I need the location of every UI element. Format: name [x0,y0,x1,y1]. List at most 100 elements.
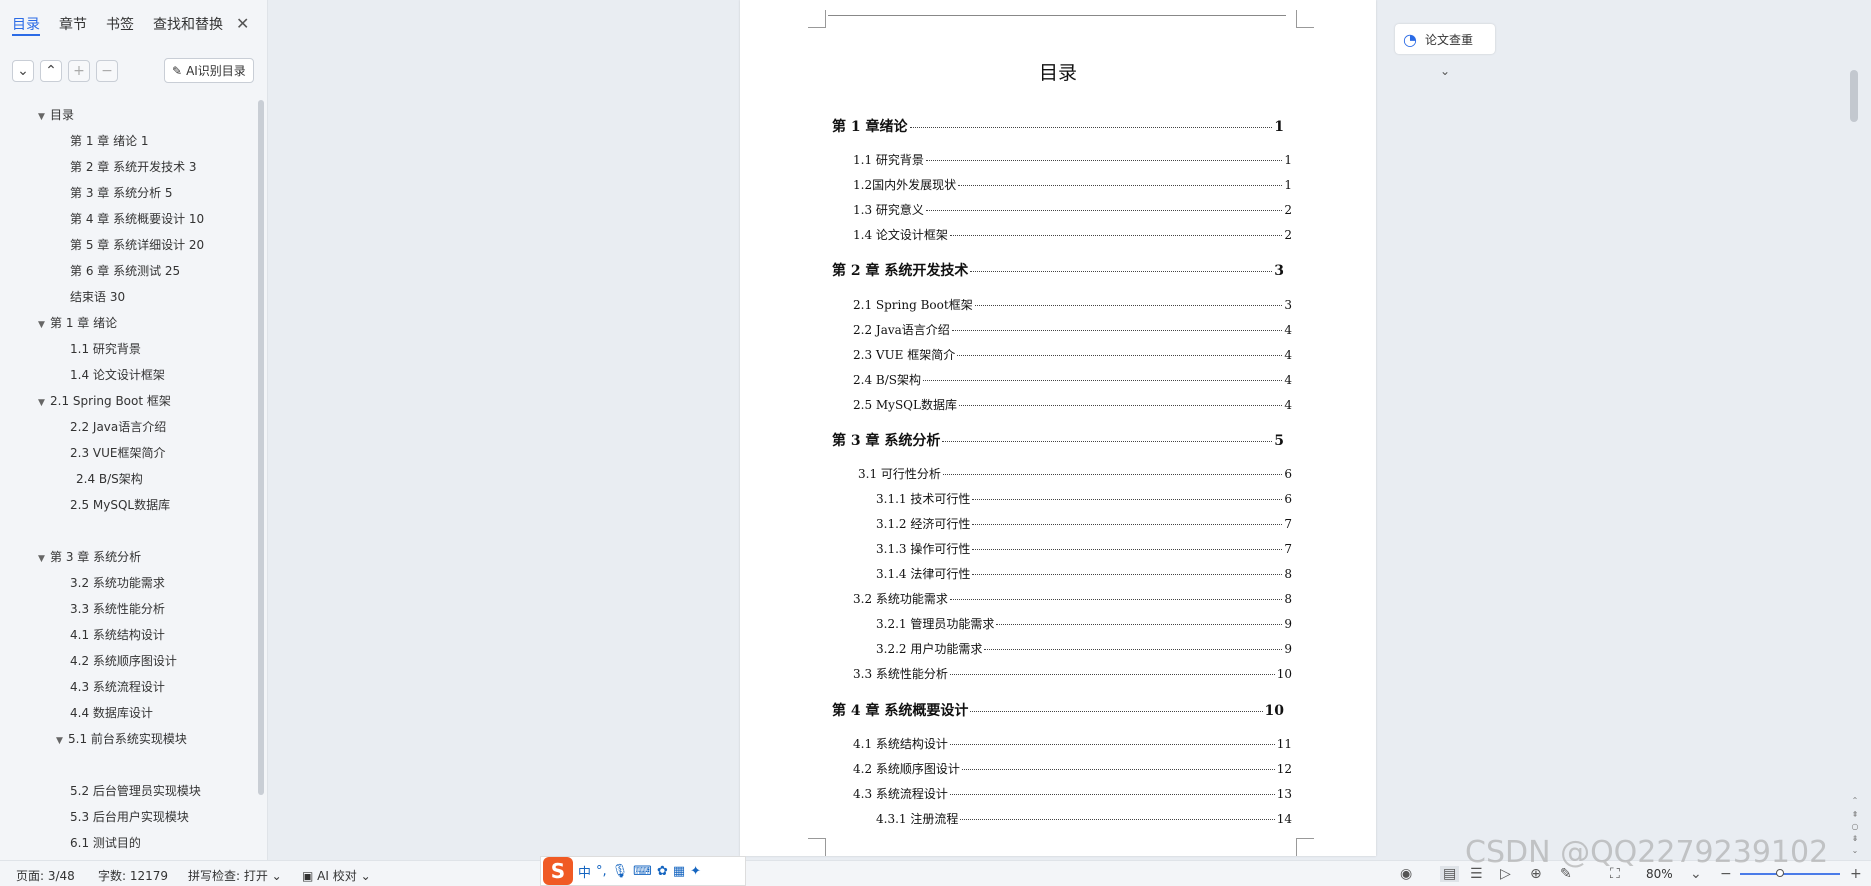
toc-tree-item[interactable]: 2.5 MySQL数据库 [70,496,170,513]
toc-tree-item[interactable]: 5.3 后台用户实现模块 [70,808,189,825]
toc-tree-item[interactable]: 4.2 系统顺序图设计 [70,652,177,669]
toolbox-icon[interactable]: ▦ [673,864,685,879]
toc-tree-item[interactable]: 第 5 章 系统详细设计 20 [70,236,204,253]
toc-tree-item[interactable]: 1.4 论文设计框架 [70,366,165,383]
toc-chapter-entry[interactable]: 第 4 章 系统概要设计 10 [832,700,1284,720]
toc-section-entry[interactable]: 3.3 系统性能分析 10 [853,665,1292,682]
skin-icon[interactable]: ✿ [657,864,668,879]
zoom-slider[interactable] [1740,873,1840,875]
toc-section-entry[interactable]: 3.1 可行性分析 6 [858,465,1292,482]
right-scrollbar[interactable] [1850,70,1858,122]
toc-section-entry[interactable]: 2.3 VUE 框架简介 4 [853,346,1292,363]
chevron-down-icon[interactable]: ⌄ [12,60,34,82]
toc-entry-label: 3.2.1 管理员功能需求 [876,617,995,631]
toc-tree-item[interactable]: 2.3 VUE框架简介 [70,444,165,461]
word-count[interactable]: 字数: 12179 [98,867,168,884]
toc-tree-item[interactable]: 2.4 B/S架构 [76,470,143,487]
toc-section-entry[interactable]: 2.4 B/S架构 4 [853,371,1292,388]
tab-find-replace[interactable]: 查找和替换 [153,14,223,36]
plus-icon[interactable]: + [68,60,90,82]
keyboard-icon[interactable]: ⌨ [633,864,652,879]
expand-triangle-icon[interactable]: ▼ [38,320,50,330]
scroll-down-icon[interactable]: ⌄ [1850,846,1860,855]
scroll-up-icon[interactable]: ⌃ [1850,796,1860,805]
expand-triangle-icon[interactable]: ▼ [38,554,50,564]
zoom-slider-knob[interactable] [1776,869,1784,877]
toc-tree-item[interactable]: 6.1 测试目的 [70,834,141,851]
tab-bookmarks[interactable]: 书签 [106,14,134,36]
toc-section-entry[interactable]: 3.1.2 经济可行性 7 [876,515,1292,532]
plagiarism-check-button[interactable]: ◔ 论文查重 [1395,24,1495,54]
page-indicator[interactable]: 页面: 3/48 [16,867,75,884]
expand-triangle-icon[interactable]: ▼ [38,398,50,408]
toc-tree-item[interactable]: 4.3 系统流程设计 [70,678,165,695]
toc-section-entry[interactable]: 1.4 论文设计框架 2 [853,226,1292,243]
eye-icon[interactable]: ◉ [1400,866,1412,882]
toc-entry-page-number: 4 [1284,348,1292,362]
toc-section-entry[interactable]: 1.1 研究背景 1 [853,151,1292,168]
tab-chapters[interactable]: 章节 [59,14,87,36]
toc-section-entry[interactable]: 3.2 系统功能需求 8 [853,590,1292,607]
toc-section-entry[interactable]: 2.5 MySQL数据库 4 [853,396,1292,413]
spell-check-toggle[interactable]: 拼写检查: 打开 ⌄ [188,867,282,884]
toc-chapter-entry[interactable]: 第 1 章绪论 1 [832,116,1284,136]
toc-chapter-entry[interactable]: 第 3 章 系统分析 5 [832,430,1284,450]
ime-language-label[interactable]: 中 [578,862,591,881]
toc-section-entry[interactable]: 3.2.1 管理员功能需求 9 [876,615,1292,632]
sogou-logo-icon[interactable]: S [543,857,573,885]
toc-tree-item[interactable]: 第 6 章 系统测试 25 [70,262,180,279]
toc-section-entry[interactable]: 4.3.1 注册流程 14 [876,810,1292,827]
dot-leader [957,355,1283,356]
toc-tree-item[interactable]: 5.2 后台管理员实现模块 [70,782,201,799]
toc-entry-page-number: 9 [1284,642,1292,656]
punctuation-icon[interactable]: °, [596,864,607,879]
more-icon[interactable]: ✦ [690,864,701,879]
toc-section-entry[interactable]: 4.1 系统结构设计 11 [853,735,1292,752]
select-browse-icon[interactable]: ○ [1850,822,1860,831]
toc-tree-item[interactable]: ▼ 目录 [38,106,74,123]
toc-tree-item[interactable]: 1.1 研究背景 [70,340,141,357]
toc-tree-item[interactable]: ▼ 第 3 章 系统分析 [38,548,141,565]
toc-section-entry[interactable]: 3.1.1 技术可行性 6 [876,490,1292,507]
zoom-in-icon[interactable]: + [1850,866,1862,882]
toc-section-entry[interactable]: 2.1 Spring Boot框架 3 [853,296,1292,313]
chevron-down-icon[interactable]: ⌄ [1440,64,1450,78]
toc-section-entry[interactable]: 3.2.2 用户功能需求 9 [876,640,1292,657]
toc-tree-item[interactable]: 3.2 系统功能需求 [70,574,165,591]
page-view-icon[interactable]: ▤ [1440,866,1460,882]
toc-section-entry[interactable]: 3.1.4 法律可行性 8 [876,565,1292,582]
close-icon[interactable]: ✕ [236,14,249,33]
toc-tree-item[interactable]: ▼ 5.1 前台系统实现模块 [56,730,187,747]
toc-tree-item[interactable]: 第 3 章 系统分析 5 [70,184,173,201]
toc-tree-item[interactable]: 结束语 30 [70,288,125,305]
toc-tree-item[interactable]: 第 2 章 系统开发技术 3 [70,158,197,175]
ai-recognize-toc-button[interactable]: ✎ AI识别目录 [164,58,254,83]
microphone-icon[interactable]: 🎙 [612,864,629,879]
toc-tree-label: 4.2 系统顺序图设计 [70,654,177,668]
toc-section-entry[interactable]: 4.2 系统顺序图设计 12 [853,760,1292,777]
ai-proofread-button[interactable]: ▣ AI 校对 ⌄ [302,867,371,884]
toc-chapter-entry[interactable]: 第 2 章 系统开发技术 3 [832,260,1284,280]
next-page-icon[interactable]: ⇟ [1850,834,1860,843]
toc-tree-item[interactable]: 3.3 系统性能分析 [70,600,165,617]
expand-triangle-icon[interactable]: ▼ [38,112,50,122]
toc-tree-item[interactable]: 2.2 Java语言介绍 [70,418,166,435]
chevron-up-icon[interactable]: ⌃ [40,60,62,82]
expand-triangle-icon[interactable]: ▼ [56,736,68,746]
toc-section-entry[interactable]: 2.2 Java语言介绍 4 [853,321,1292,338]
toc-section-entry[interactable]: 3.1.3 操作可行性 7 [876,540,1292,557]
document-page[interactable]: 目录 第 1 章绪论 1 1.1 研究背景 1 1.2国内外发展现状 1 1.3 研究意义 2… [740,0,1376,856]
prev-page-icon[interactable]: ⇞ [1850,810,1860,819]
toc-tree-item[interactable]: ▼ 第 1 章 绪论 [38,314,117,331]
minus-icon[interactable]: − [96,60,118,82]
tab-toc[interactable]: 目录 [12,14,40,36]
left-scrollbar[interactable] [258,100,264,795]
toc-tree-item[interactable]: 第 1 章 绪论 1 [70,132,149,149]
toc-tree-item[interactable]: 第 4 章 系统概要设计 10 [70,210,204,227]
toc-section-entry[interactable]: 1.3 研究意义 2 [853,201,1292,218]
toc-section-entry[interactable]: 4.3 系统流程设计 13 [853,785,1292,802]
toc-tree-item[interactable]: ▼ 2.1 Spring Boot 框架 [38,392,171,409]
toc-section-entry[interactable]: 1.2国内外发展现状 1 [853,176,1292,193]
toc-tree-item[interactable]: 4.4 数据库设计 [70,704,153,721]
toc-tree-item[interactable]: 4.1 系统结构设计 [70,626,165,643]
